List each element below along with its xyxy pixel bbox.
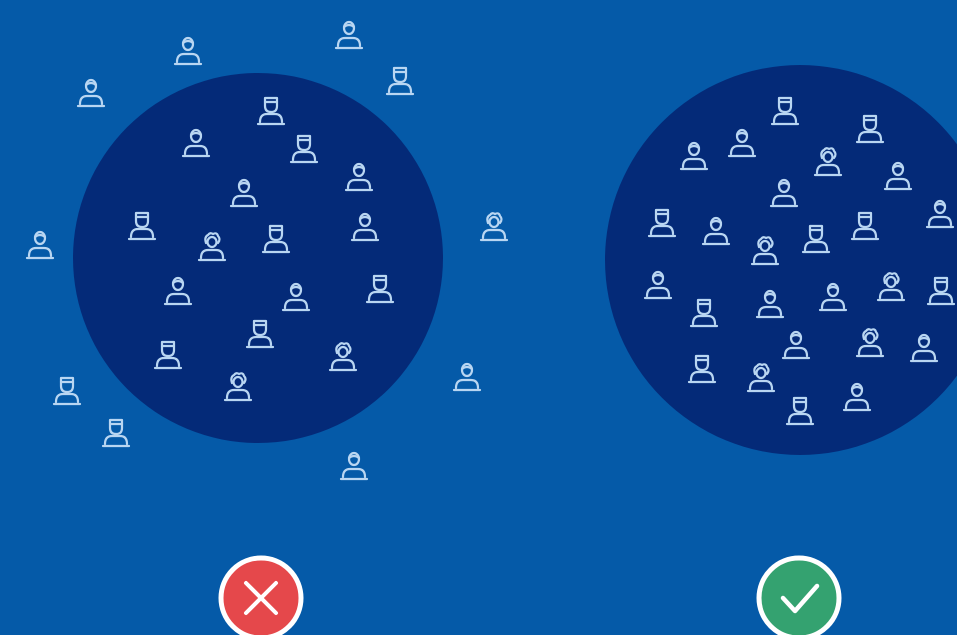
right-badge (756, 555, 842, 635)
wrong-badge (218, 555, 304, 635)
diagram-stage (0, 0, 957, 635)
left-audience-circle (73, 73, 443, 443)
right-badge-circle (756, 555, 842, 635)
audience-comparison-diagram (0, 0, 957, 635)
